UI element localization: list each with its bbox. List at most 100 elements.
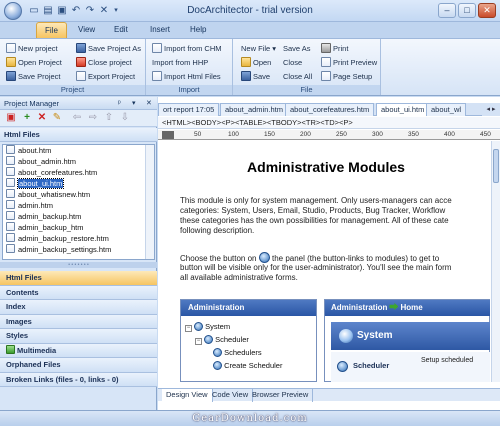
maximize-button[interactable]: □ [458, 3, 476, 18]
ruler-margin-marker[interactable] [162, 131, 174, 139]
html-files-header: Html Files [0, 128, 157, 142]
minimize-button[interactable]: – [438, 3, 456, 18]
nav-orphaned-files[interactable]: Orphaned Files [0, 358, 157, 373]
tab-design-view[interactable]: Design View [162, 389, 213, 402]
move-up-icon[interactable]: ⇧ [104, 113, 114, 123]
scrollbar-thumb[interactable] [493, 149, 499, 183]
list-item[interactable]: admin.htm [3, 200, 154, 211]
project-group: New project Open Project Save Project Sa… [0, 39, 146, 95]
list-item[interactable]: admin_backup.htm [3, 211, 154, 222]
list-item[interactable]: about_admin.htm [3, 156, 154, 167]
close-button[interactable]: ✕ [478, 3, 496, 18]
delete-icon[interactable]: ✕ [37, 113, 47, 123]
window-title: DocArchitector - trial version [187, 5, 313, 16]
close-file-button[interactable]: Close [283, 56, 302, 69]
nav-index[interactable]: Index [0, 300, 157, 315]
nav-broken-links[interactable]: Broken Links (files - 0, links - 0) [0, 372, 157, 387]
tag-path-breadcrumb[interactable]: <HTML><BODY><P><TABLE><TBODY><TR><TD><P> [158, 117, 500, 129]
page-vertical-scrollbar[interactable] [491, 141, 500, 382]
nav-html-files[interactable]: Html Files [0, 271, 157, 286]
page-setup-button[interactable]: Page Setup [321, 70, 372, 83]
page-setup-icon [321, 71, 331, 81]
close-project-button[interactable]: Close project [76, 56, 132, 69]
html-file-icon [6, 167, 15, 176]
ruler-label: 350 [408, 131, 419, 138]
move-left-icon[interactable]: ⇦ [72, 113, 82, 123]
import-chm-button[interactable]: Import from CHM [152, 42, 222, 55]
doc-tab-about-admin[interactable]: about_admin.htm [220, 103, 288, 116]
save-file-button[interactable]: Save [241, 70, 270, 83]
list-item[interactable]: admin_backup_restore.htm [3, 233, 154, 244]
import-html-button[interactable]: Import Html Files [152, 70, 221, 83]
ribbon-tabs: File View Edit Insert Help [0, 22, 500, 38]
doc-tab-about-corefeatures[interactable]: about_corefeatures.htm [285, 103, 375, 116]
print-preview-button[interactable]: Print Preview [321, 56, 377, 69]
list-item[interactable]: admin_backup_htm [3, 222, 154, 233]
system-icon [194, 322, 203, 331]
nav-contents[interactable]: Contents [0, 285, 157, 300]
splitter-grip[interactable]: • • • • • • • [0, 262, 157, 268]
ruler-label: 200 [300, 131, 311, 138]
close-all-button[interactable]: Close All [283, 70, 312, 83]
paragraph-line: This module is only for system managemen… [180, 196, 452, 205]
tab-code-view[interactable]: Code View [208, 389, 254, 402]
html-file-icon [6, 233, 15, 242]
dropdown-icon[interactable]: ▾ [132, 97, 136, 110]
add-icon[interactable]: + [22, 113, 32, 123]
view-mode-tabs: Design View Code View Browser Preview [158, 388, 500, 402]
close-panel-icon[interactable]: ✕ [146, 97, 152, 110]
page-content[interactable]: Administrative Modules This module is on… [162, 141, 490, 382]
save-project-button[interactable]: Save Project [6, 70, 61, 83]
export-project-button[interactable]: Export Project [76, 70, 135, 83]
doc-tab-report[interactable]: ort report 17:05 [158, 103, 220, 116]
tab-file[interactable]: File [36, 22, 67, 38]
save-as-icon [76, 43, 86, 53]
system-globe-icon [339, 329, 353, 343]
ribbon: New project Open Project Save Project Sa… [0, 38, 500, 96]
nav-images[interactable]: Images [0, 314, 157, 329]
tab-browser-preview[interactable]: Browser Preview [248, 389, 314, 402]
open-file-button[interactable]: Open [241, 56, 271, 69]
nav-styles[interactable]: Styles [0, 329, 157, 344]
project-manager-title: Project Manager [4, 99, 60, 108]
arrow-right-icon [389, 303, 399, 310]
save-as-button[interactable]: Save As [283, 42, 311, 55]
pin-icon[interactable]: ᵖ [118, 97, 121, 110]
tab-scroll-arrows[interactable]: ◂ ▸ [482, 103, 500, 116]
status-bar: GearDownload.com [0, 410, 500, 426]
move-down-icon[interactable]: ⇩ [120, 113, 130, 123]
html-file-icon [152, 71, 162, 81]
tab-edit[interactable]: Edit [106, 22, 136, 38]
ruler-label: 150 [264, 131, 275, 138]
list-item[interactable]: about_whatisnew.htm [3, 189, 154, 200]
doc-tab-about-ui[interactable]: about_ui.htm [376, 103, 430, 116]
new-file-button[interactable]: New File ▾ [241, 42, 276, 55]
nav-multimedia[interactable]: Multimedia [0, 343, 157, 358]
save-project-as-button[interactable]: Save Project As [76, 42, 141, 55]
ruler-label: 450 [480, 131, 491, 138]
move-right-icon[interactable]: ⇨ [88, 113, 98, 123]
tab-view[interactable]: View [70, 22, 103, 38]
html-file-icon [6, 145, 15, 154]
export-icon [76, 71, 86, 81]
file-list-scrollbar[interactable] [145, 145, 154, 259]
html-file-icon [6, 244, 15, 253]
list-item[interactable]: admin_backup_settings.htm [3, 244, 154, 255]
import-group: Import from CHM Import from HHP Import H… [146, 39, 233, 95]
print-button[interactable]: Print [321, 42, 348, 55]
list-item[interactable]: about_corefeatures.htm [3, 167, 154, 178]
edit-icon[interactable]: ✎ [52, 113, 62, 123]
file-list[interactable]: about.htm about_admin.htm about_corefeat… [2, 144, 155, 260]
import-hhp-button[interactable]: Import from HHP [152, 56, 208, 69]
project-group-label: Project [0, 85, 145, 95]
tab-help[interactable]: Help [182, 22, 214, 38]
list-item-selected[interactable]: about_ui.htm [3, 178, 154, 189]
new-project-button[interactable]: New project [6, 42, 58, 55]
list-item[interactable]: about.htm [3, 145, 154, 156]
doc-tab-about-wl[interactable]: about_wl [426, 103, 467, 116]
tab-insert[interactable]: Insert [142, 22, 178, 38]
system-section-bar: System [331, 322, 490, 350]
open-project-button[interactable]: Open Project [6, 56, 62, 69]
ruler: 50 100 150 200 250 300 350 400 450 [158, 130, 500, 140]
new-item-icon[interactable]: ▣ [6, 113, 16, 123]
